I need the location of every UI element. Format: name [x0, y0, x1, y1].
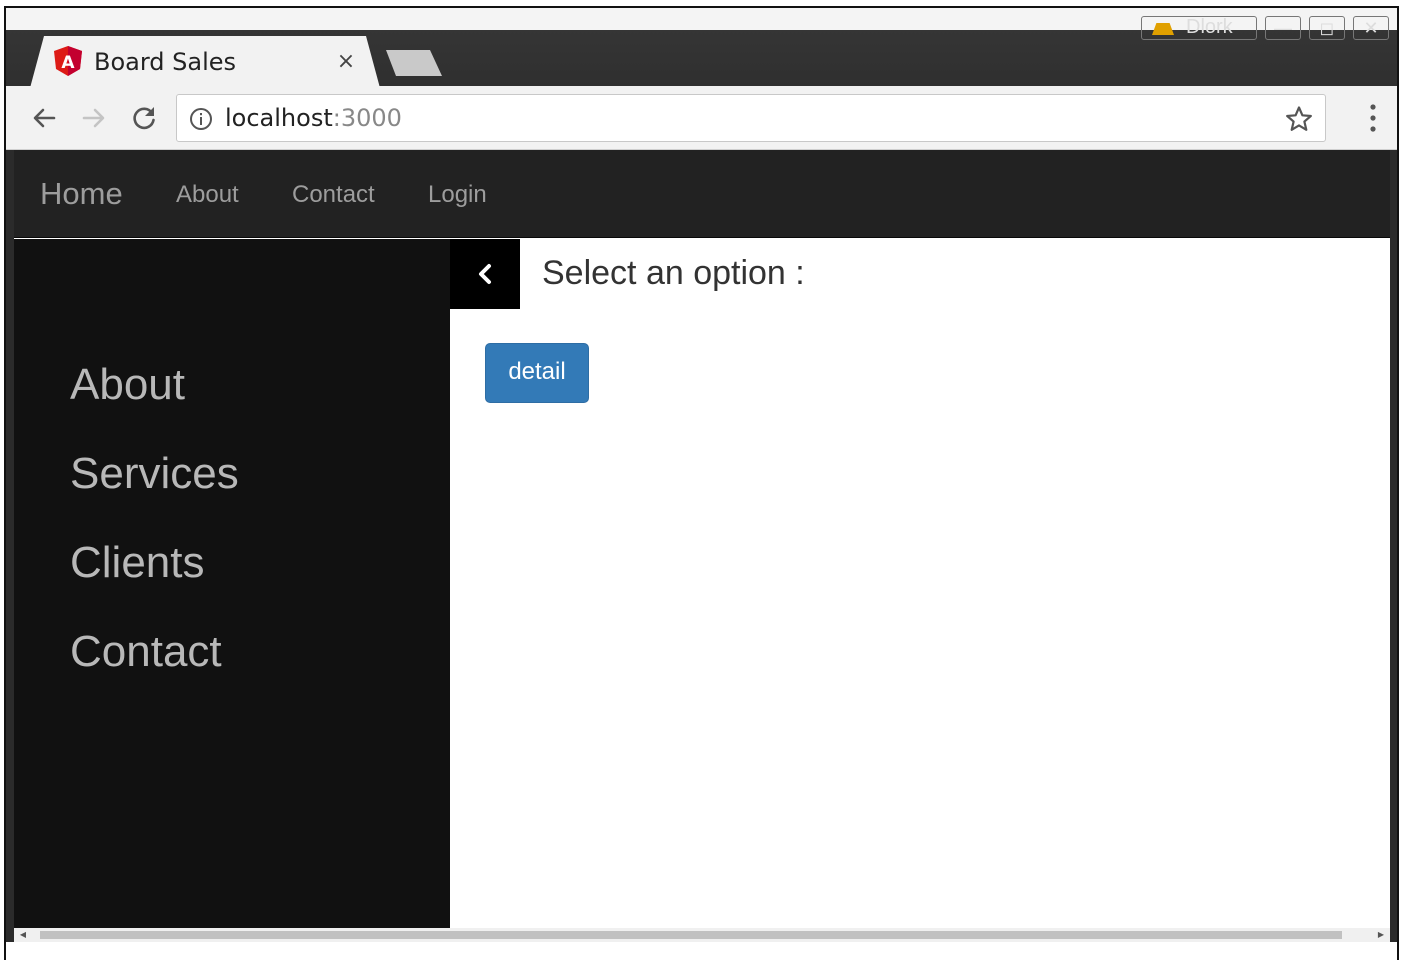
sidebar-item-contact[interactable]: Contact: [70, 626, 222, 678]
sidebar: About Services Clients Contact: [14, 239, 450, 928]
sidebar-item-services[interactable]: Services: [70, 448, 239, 500]
reload-button[interactable]: [128, 102, 160, 134]
scrollbar-thumb[interactable]: [40, 931, 1342, 939]
profile-label: Dlork: [1186, 16, 1233, 38]
browser-window: A Board Sales × Dlork — ◻ ✕ localhost:30…: [4, 6, 1399, 960]
star-icon[interactable]: [1285, 105, 1313, 133]
back-arrow-icon: [33, 108, 56, 128]
top-navbar: Home About Contact Login: [14, 150, 1390, 238]
nav-link-login[interactable]: Login: [428, 180, 487, 210]
forward-arrow-icon: [82, 108, 105, 128]
chevron-left-icon: [479, 264, 491, 284]
info-icon[interactable]: [189, 107, 213, 131]
page-viewport: Home About Contact Login About Services …: [14, 150, 1390, 928]
sidebar-item-clients[interactable]: Clients: [70, 537, 205, 589]
sidebar-item-about[interactable]: About: [70, 359, 185, 411]
page-title: Select an option :: [542, 254, 805, 292]
window-bottom-edge: [6, 942, 1397, 960]
browser-titlebar: A Board Sales × Dlork — ◻ ✕: [6, 8, 1397, 88]
horizontal-scrollbar[interactable]: ◀ ▶: [14, 928, 1390, 942]
tab-title: Board Sales: [94, 48, 237, 76]
url-host: localhost: [225, 104, 333, 132]
profile-icon: [1152, 23, 1174, 35]
tab-close-icon[interactable]: ×: [334, 46, 358, 78]
nav-link-about[interactable]: About: [176, 180, 239, 210]
url-text: localhost:3000: [225, 103, 402, 133]
url-port: :3000: [332, 104, 402, 132]
sidebar-toggle-button[interactable]: [450, 239, 520, 309]
detail-button[interactable]: detail: [485, 343, 589, 403]
navbar-brand-home[interactable]: Home: [40, 176, 123, 212]
scroll-right-icon[interactable]: ▶: [1376, 930, 1386, 940]
window-controls: Dlork — ◻ ✕: [1141, 16, 1389, 40]
browser-toolbar: localhost:3000: [6, 86, 1397, 150]
profile-button[interactable]: Dlork: [1141, 16, 1257, 40]
svg-text:A: A: [61, 53, 75, 73]
kebab-menu-icon[interactable]: [1369, 102, 1377, 134]
restore-button[interactable]: ◻: [1309, 16, 1345, 40]
address-bar[interactable]: localhost:3000: [176, 94, 1326, 142]
forward-button[interactable]: [78, 102, 110, 134]
reload-icon: [133, 107, 155, 130]
back-button[interactable]: [28, 102, 60, 134]
nav-link-contact[interactable]: Contact: [292, 180, 375, 210]
angular-icon: A: [54, 46, 82, 76]
close-window-button[interactable]: ✕: [1353, 16, 1389, 40]
scroll-left-icon[interactable]: ◀: [18, 930, 28, 940]
new-tab-button[interactable]: [386, 50, 442, 76]
minimize-button[interactable]: —: [1265, 16, 1301, 40]
